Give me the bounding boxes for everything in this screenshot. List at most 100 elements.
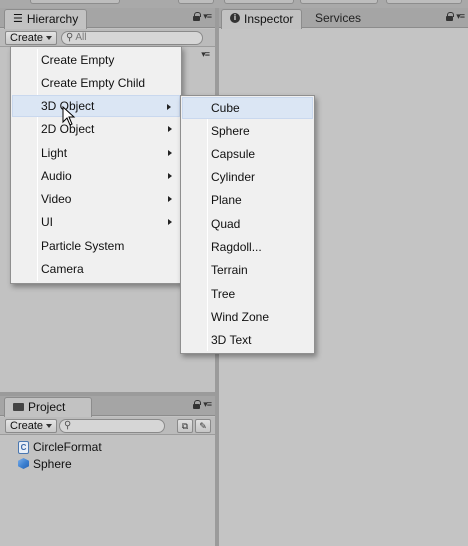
chevron-right-icon [167, 104, 171, 110]
panel-menu-icon[interactable]: ▾≡ [203, 400, 212, 409]
menu-item-3d-text[interactable]: 3D Text [182, 329, 313, 351]
hierarchy-create-button[interactable]: Create [5, 31, 58, 45]
menu-item-terrain[interactable]: Terrain [182, 259, 313, 281]
hierarchy-tab-tools: ▾≡ [193, 12, 212, 21]
menu-item-label: Tree [211, 287, 236, 301]
lock-icon[interactable] [446, 12, 455, 21]
menu-item-cylinder[interactable]: Cylinder [182, 166, 313, 188]
lock-icon[interactable] [193, 12, 202, 21]
menu-item-capsule[interactable]: Capsule [182, 143, 313, 165]
chevron-down-icon [46, 424, 53, 428]
project-tabbar: Project ▾≡ [0, 396, 215, 417]
menu-item-label: Plane [211, 193, 242, 207]
search-icon: ⚲ [66, 32, 74, 43]
menu-item-audio[interactable]: Audio [12, 165, 180, 187]
panel-menu-icon[interactable]: ▾≡ [456, 12, 465, 21]
project-search-input[interactable]: ⚲ [59, 419, 165, 433]
project-panel: Project ▾≡ Create ⚲ ⧉ ✎ C CircleFormat S… [0, 396, 215, 546]
menu-item-label: Terrain [211, 263, 248, 277]
hierarchy-search-input[interactable]: ⚲ All [61, 31, 203, 45]
lock-icon[interactable] [193, 400, 202, 409]
menu-item-label: Quad [211, 217, 241, 231]
project-search-tools: ⧉ ✎ [177, 419, 211, 433]
menu-item-sphere[interactable]: Sphere [182, 120, 313, 142]
menu-item-cube[interactable]: Cube [182, 97, 313, 119]
create-menu: Create Empty Create Empty Child 3D Objec… [10, 46, 182, 284]
menu-item-wind-zone[interactable]: Wind Zone [182, 306, 313, 328]
mouse-cursor-icon [62, 106, 76, 126]
toolbar-stub [300, 0, 378, 4]
menu-item-label: Audio [41, 169, 72, 183]
tab-services[interactable]: Services [307, 9, 369, 29]
tab-hierarchy-label: Hierarchy [26, 12, 79, 26]
folder-icon [13, 403, 24, 411]
asset-label: CircleFormat [33, 440, 102, 454]
filter-by-type-icon[interactable]: ⧉ [177, 419, 193, 433]
csharp-script-icon: C [18, 440, 29, 454]
hierarchy-toolbar: Create ⚲ All [0, 29, 215, 47]
inspector-tabbar: i Inspector Services ▾≡ [219, 8, 468, 29]
menu-item-label: UI [41, 215, 53, 229]
asset-label: Sphere [33, 457, 72, 471]
inspector-tab-tools: ▾≡ [446, 12, 465, 21]
top-strip [0, 0, 468, 8]
tab-services-label: Services [315, 11, 362, 25]
menu-item-label: Ragdoll... [211, 240, 262, 254]
toolbar-stub [224, 0, 294, 4]
menu-item-ragdoll[interactable]: Ragdoll... [182, 236, 313, 258]
menu-item-light[interactable]: Light [12, 142, 180, 164]
project-tab-tools: ▾≡ [193, 400, 212, 409]
menu-item-label: Wind Zone [211, 310, 270, 324]
toolbar-stub [178, 0, 214, 4]
hierarchy-tabbar: ☰ Hierarchy ▾≡ [0, 8, 215, 29]
hierarchy-create-label: Create [10, 31, 44, 44]
panel-menu-icon[interactable]: ▾≡ [203, 12, 212, 21]
menu-item-2d-object[interactable]: 2D Object [12, 118, 180, 140]
tab-project-label: Project [28, 400, 66, 414]
menu-item-tree[interactable]: Tree [182, 283, 313, 305]
toolbar-stub [30, 0, 120, 4]
menu-item-create-empty[interactable]: Create Empty [12, 49, 180, 71]
hierarchy-list-icon: ☰ [13, 13, 23, 25]
filter-by-label-icon[interactable]: ✎ [195, 419, 211, 433]
menu-item-label: Create Empty Child [41, 76, 146, 90]
chevron-right-icon [168, 196, 172, 202]
project-toolbar: Create ⚲ ⧉ ✎ [0, 417, 215, 435]
menu-item-3d-object[interactable]: 3D Object [12, 95, 180, 117]
menu-item-quad[interactable]: Quad [182, 213, 313, 235]
menu-item-label: Light [41, 146, 68, 160]
list-item[interactable]: C CircleFormat [18, 439, 102, 455]
menu-item-ui[interactable]: UI [12, 211, 180, 233]
tab-hierarchy[interactable]: ☰ Hierarchy [4, 9, 88, 29]
menu-item-video[interactable]: Video [12, 188, 180, 210]
hierarchy-search-placeholder: All [75, 32, 87, 43]
toolbar-stub [386, 0, 462, 4]
menu-item-label: Capsule [211, 147, 256, 161]
menu-item-particle-system[interactable]: Particle System [12, 235, 180, 257]
menu-item-label: Create Empty [41, 53, 115, 67]
menu-item-camera[interactable]: Camera [12, 258, 180, 280]
prefab-icon [18, 458, 29, 470]
menu-item-label: 3D Text [211, 333, 252, 347]
chevron-right-icon [168, 126, 172, 132]
scene-menu-icon[interactable]: ▾≡ [201, 50, 210, 59]
list-item[interactable]: Sphere [18, 456, 72, 472]
menu-item-label: Particle System [41, 239, 125, 253]
tab-project[interactable]: Project [4, 397, 92, 417]
tab-inspector[interactable]: i Inspector [221, 9, 303, 29]
3d-object-submenu: Cube Sphere Capsule Cylinder Plane Quad … [180, 95, 315, 354]
chevron-right-icon [168, 173, 172, 179]
menu-item-label: Camera [41, 262, 84, 276]
menu-item-plane[interactable]: Plane [182, 189, 313, 211]
menu-item-label: Video [41, 192, 72, 206]
project-create-label: Create [10, 419, 44, 432]
project-create-button[interactable]: Create [5, 419, 58, 433]
menu-item-label: Sphere [211, 124, 250, 138]
tab-inspector-label: Inspector [244, 12, 294, 26]
search-icon: ⚲ [64, 420, 72, 431]
chevron-down-icon [46, 36, 53, 40]
chevron-right-icon [168, 219, 172, 225]
info-icon: i [230, 13, 240, 23]
menu-item-label: Cylinder [211, 170, 256, 184]
menu-item-create-empty-child[interactable]: Create Empty Child [12, 72, 180, 94]
